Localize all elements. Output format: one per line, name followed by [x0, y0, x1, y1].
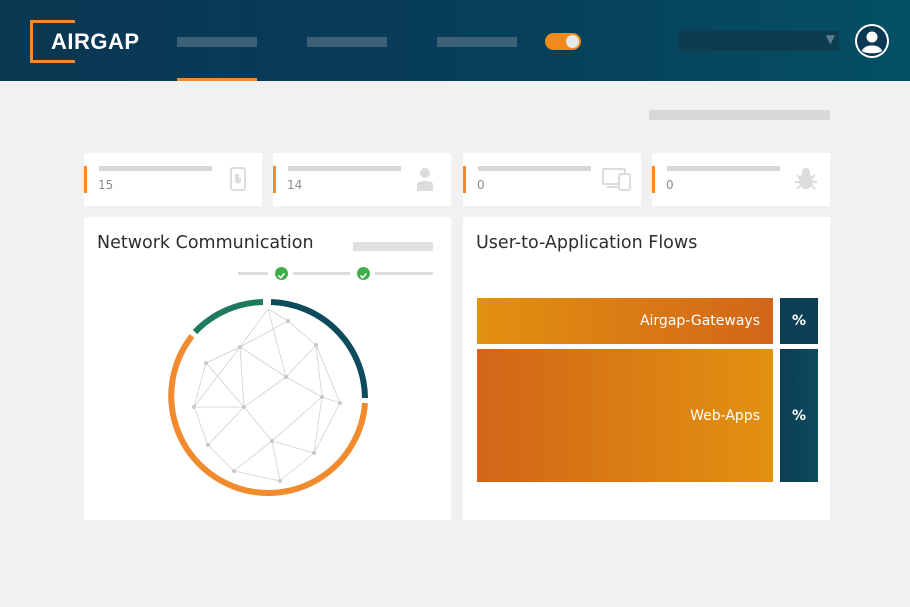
stat-value: 0: [477, 178, 485, 192]
nav-item-1[interactable]: [177, 37, 257, 47]
check-icon: [275, 267, 288, 280]
network-nodes: [192, 319, 342, 483]
stat-card-users[interactable]: 14: [273, 153, 451, 206]
stat-label-placeholder: [478, 166, 591, 171]
status-line: [293, 272, 350, 275]
bug-icon: [795, 168, 817, 190]
devices-icon: [602, 168, 631, 191]
view-toggle[interactable]: [545, 33, 581, 50]
logo-text: AIRGAP: [51, 29, 140, 54]
toggle-knob: [566, 35, 579, 48]
flow-row-gateways[interactable]: Airgap-Gateways %: [477, 298, 818, 344]
stat-card-threats[interactable]: 0: [652, 153, 830, 206]
ring-segment-green[interactable]: [192, 299, 264, 335]
network-mesh: [193, 308, 341, 482]
flow-label: Airgap-Gateways: [639, 313, 760, 329]
user-profile-icon: [857, 26, 887, 56]
stat-accent: [273, 166, 276, 193]
user-to-application-flows-panel: User-to-Application Flows Airgap-Gateway…: [463, 217, 830, 520]
panel-title: Network Communication: [97, 233, 314, 253]
stat-card-devices[interactable]: 15: [84, 153, 262, 206]
stat-card-endpoints[interactable]: 0: [463, 153, 641, 206]
ring-segment-orange[interactable]: [168, 334, 368, 496]
nav-item-3[interactable]: [437, 37, 517, 47]
flow-percent: %: [780, 298, 818, 344]
stat-value: 14: [287, 178, 303, 192]
stat-accent: [463, 166, 466, 193]
stat-accent: [652, 166, 655, 193]
legend-placeholder: [353, 242, 433, 251]
chevron-down-icon: ▼: [825, 32, 835, 46]
stat-label-placeholder: [288, 166, 401, 171]
user-avatar[interactable]: [855, 24, 889, 58]
airgap-logo[interactable]: AIRGAP: [30, 20, 140, 63]
network-donut-chart[interactable]: [164, 295, 372, 503]
status-line: [375, 272, 433, 275]
flow-bar[interactable]: Web-Apps: [477, 349, 773, 482]
flow-row-webapps[interactable]: Web-Apps %: [477, 349, 818, 482]
top-header: AIRGAP ▼: [0, 0, 910, 81]
stat-value: 15: [98, 178, 114, 192]
stat-accent: [84, 166, 87, 193]
stat-label-placeholder: [99, 166, 212, 171]
network-communication-panel: Network Communication: [84, 217, 451, 520]
stat-label-placeholder: [667, 166, 780, 171]
date-range-placeholder[interactable]: [649, 110, 830, 120]
nav-item-2[interactable]: [307, 37, 387, 47]
user-icon: [417, 168, 433, 191]
site-select[interactable]: ▼: [679, 31, 839, 51]
stat-value: 0: [666, 178, 674, 192]
mobile-device-icon: [230, 167, 246, 191]
panel-title: User-to-Application Flows: [476, 233, 698, 253]
flow-label: Web-Apps: [690, 407, 760, 424]
check-icon: [357, 267, 370, 280]
status-line: [238, 272, 268, 275]
nav-active-indicator: [177, 78, 257, 81]
flow-bar[interactable]: Airgap-Gateways: [477, 298, 773, 344]
flow-percent: %: [780, 349, 818, 482]
